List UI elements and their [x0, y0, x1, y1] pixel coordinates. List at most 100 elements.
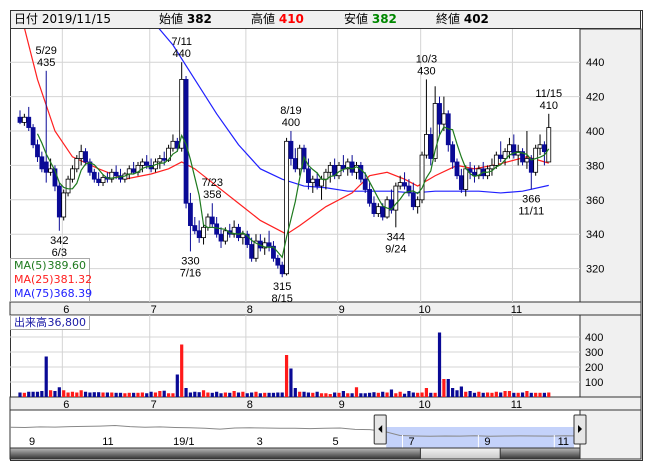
annotation-date: 7/11 — [171, 36, 192, 48]
candle-body — [410, 192, 416, 208]
candle-body — [39, 156, 45, 170]
volume-bar — [525, 391, 529, 397]
volume-bar — [18, 392, 22, 397]
candle-body — [533, 147, 539, 173]
volume-tick-label: 400 — [585, 332, 603, 344]
volume-bar — [293, 388, 297, 397]
close-label: 終値 — [436, 12, 461, 26]
volume-bar — [149, 391, 153, 397]
month-label: 6 — [63, 399, 69, 411]
price-tick-label: 380 — [586, 160, 604, 172]
ma5-label: MA(5) — [14, 259, 47, 272]
candle-body — [196, 230, 202, 239]
annotation-date: 5/29 — [36, 45, 57, 57]
volume-bar — [245, 393, 249, 397]
volume-bar — [123, 393, 127, 397]
volume-bar — [354, 387, 359, 397]
candle-body — [222, 230, 228, 242]
ma-legend: MA(5) 389.60 MA(25) 381.32 MA(75) 368.39 — [10, 258, 93, 302]
candle-body — [493, 154, 499, 166]
volume-bar — [210, 392, 214, 397]
volume-bar — [398, 391, 402, 397]
candle-body — [26, 116, 32, 128]
candle-body — [275, 257, 281, 266]
month-label: 11 — [511, 399, 522, 411]
close-value: 402 — [463, 12, 489, 26]
volume-bar — [228, 392, 232, 397]
annotation-price: 400 — [282, 117, 300, 129]
price-tick-label: 400 — [586, 126, 604, 138]
volume-bar — [315, 391, 319, 397]
volume-bar — [459, 386, 463, 397]
candle-body — [240, 233, 246, 239]
candle-body — [314, 178, 320, 187]
volume-bar — [424, 388, 429, 397]
price-tick-label: 360 — [586, 195, 604, 207]
candle-body — [192, 225, 198, 232]
candle-body — [144, 161, 150, 166]
stock-chart[interactable]: 3203403603804004204401002003004006677889… — [0, 0, 652, 469]
navigator-label: 3 — [257, 436, 263, 448]
volume-bar — [53, 391, 57, 397]
annotation-date: 9/24 — [385, 243, 406, 255]
candle-body — [524, 158, 530, 163]
candle-body — [441, 113, 447, 125]
scrollbar-thumb[interactable] — [419, 447, 501, 460]
annotation-price: 410 — [540, 100, 558, 112]
candle-body — [306, 168, 311, 183]
annotation-date: 7/16 — [180, 267, 201, 279]
volume-bar — [145, 393, 149, 397]
volume-bar — [455, 390, 459, 397]
volume-label: 出来高 — [14, 316, 47, 329]
price-plot: 5/29435 3426/3 7/11440 3307/16 7/23358 315 8/1… — [17, 29, 562, 302]
volume-bar — [328, 394, 332, 397]
candle-body — [454, 161, 460, 177]
volume-bar — [236, 392, 241, 397]
volume-bar — [385, 392, 389, 397]
volume-bar — [350, 393, 354, 397]
volume-bar — [57, 387, 61, 397]
volume-bar — [481, 392, 485, 397]
candle-body — [249, 244, 255, 259]
candle-body — [35, 144, 40, 158]
candle-body — [458, 175, 464, 190]
candle-body — [96, 178, 102, 184]
candle-body — [188, 202, 193, 227]
volume-bar — [485, 392, 490, 397]
candle-body — [139, 161, 145, 166]
candle-body — [415, 199, 421, 208]
annotation-price: 440 — [173, 48, 191, 60]
ma25-label: MA(25) — [14, 273, 54, 286]
high-value: 410 — [278, 12, 304, 26]
ma25-value: 381.32 — [53, 273, 93, 286]
volume-bar — [276, 392, 280, 397]
volume-bar — [337, 392, 341, 397]
month-label: 7 — [151, 304, 157, 316]
volume-bar — [267, 392, 271, 397]
volume-bar — [394, 393, 398, 397]
annotation-date: 6/3 — [52, 247, 67, 259]
volume-bar — [472, 392, 477, 397]
volume-bar — [184, 388, 188, 397]
candle-body — [419, 154, 425, 201]
candle-body — [450, 144, 456, 163]
volume-bar — [520, 392, 525, 397]
candle-body — [362, 178, 368, 190]
month-label: 11 — [511, 304, 522, 316]
volume-bar — [40, 391, 44, 397]
candle-body — [43, 161, 49, 173]
volume-bar — [494, 391, 498, 397]
volume-bar — [171, 393, 175, 397]
candle-body — [310, 178, 316, 184]
volume-bar — [381, 391, 385, 397]
volume-bar — [389, 389, 394, 397]
candle-body — [21, 116, 27, 123]
volume-bar — [136, 392, 140, 397]
annotation-price: 366 — [522, 193, 540, 205]
candle-body — [209, 216, 215, 225]
volume-bar — [512, 392, 516, 397]
volume-bar — [83, 391, 88, 397]
volume-bar — [490, 392, 494, 397]
date-label: 日付 — [14, 12, 39, 26]
annotation-date: 7/23 — [202, 177, 223, 189]
